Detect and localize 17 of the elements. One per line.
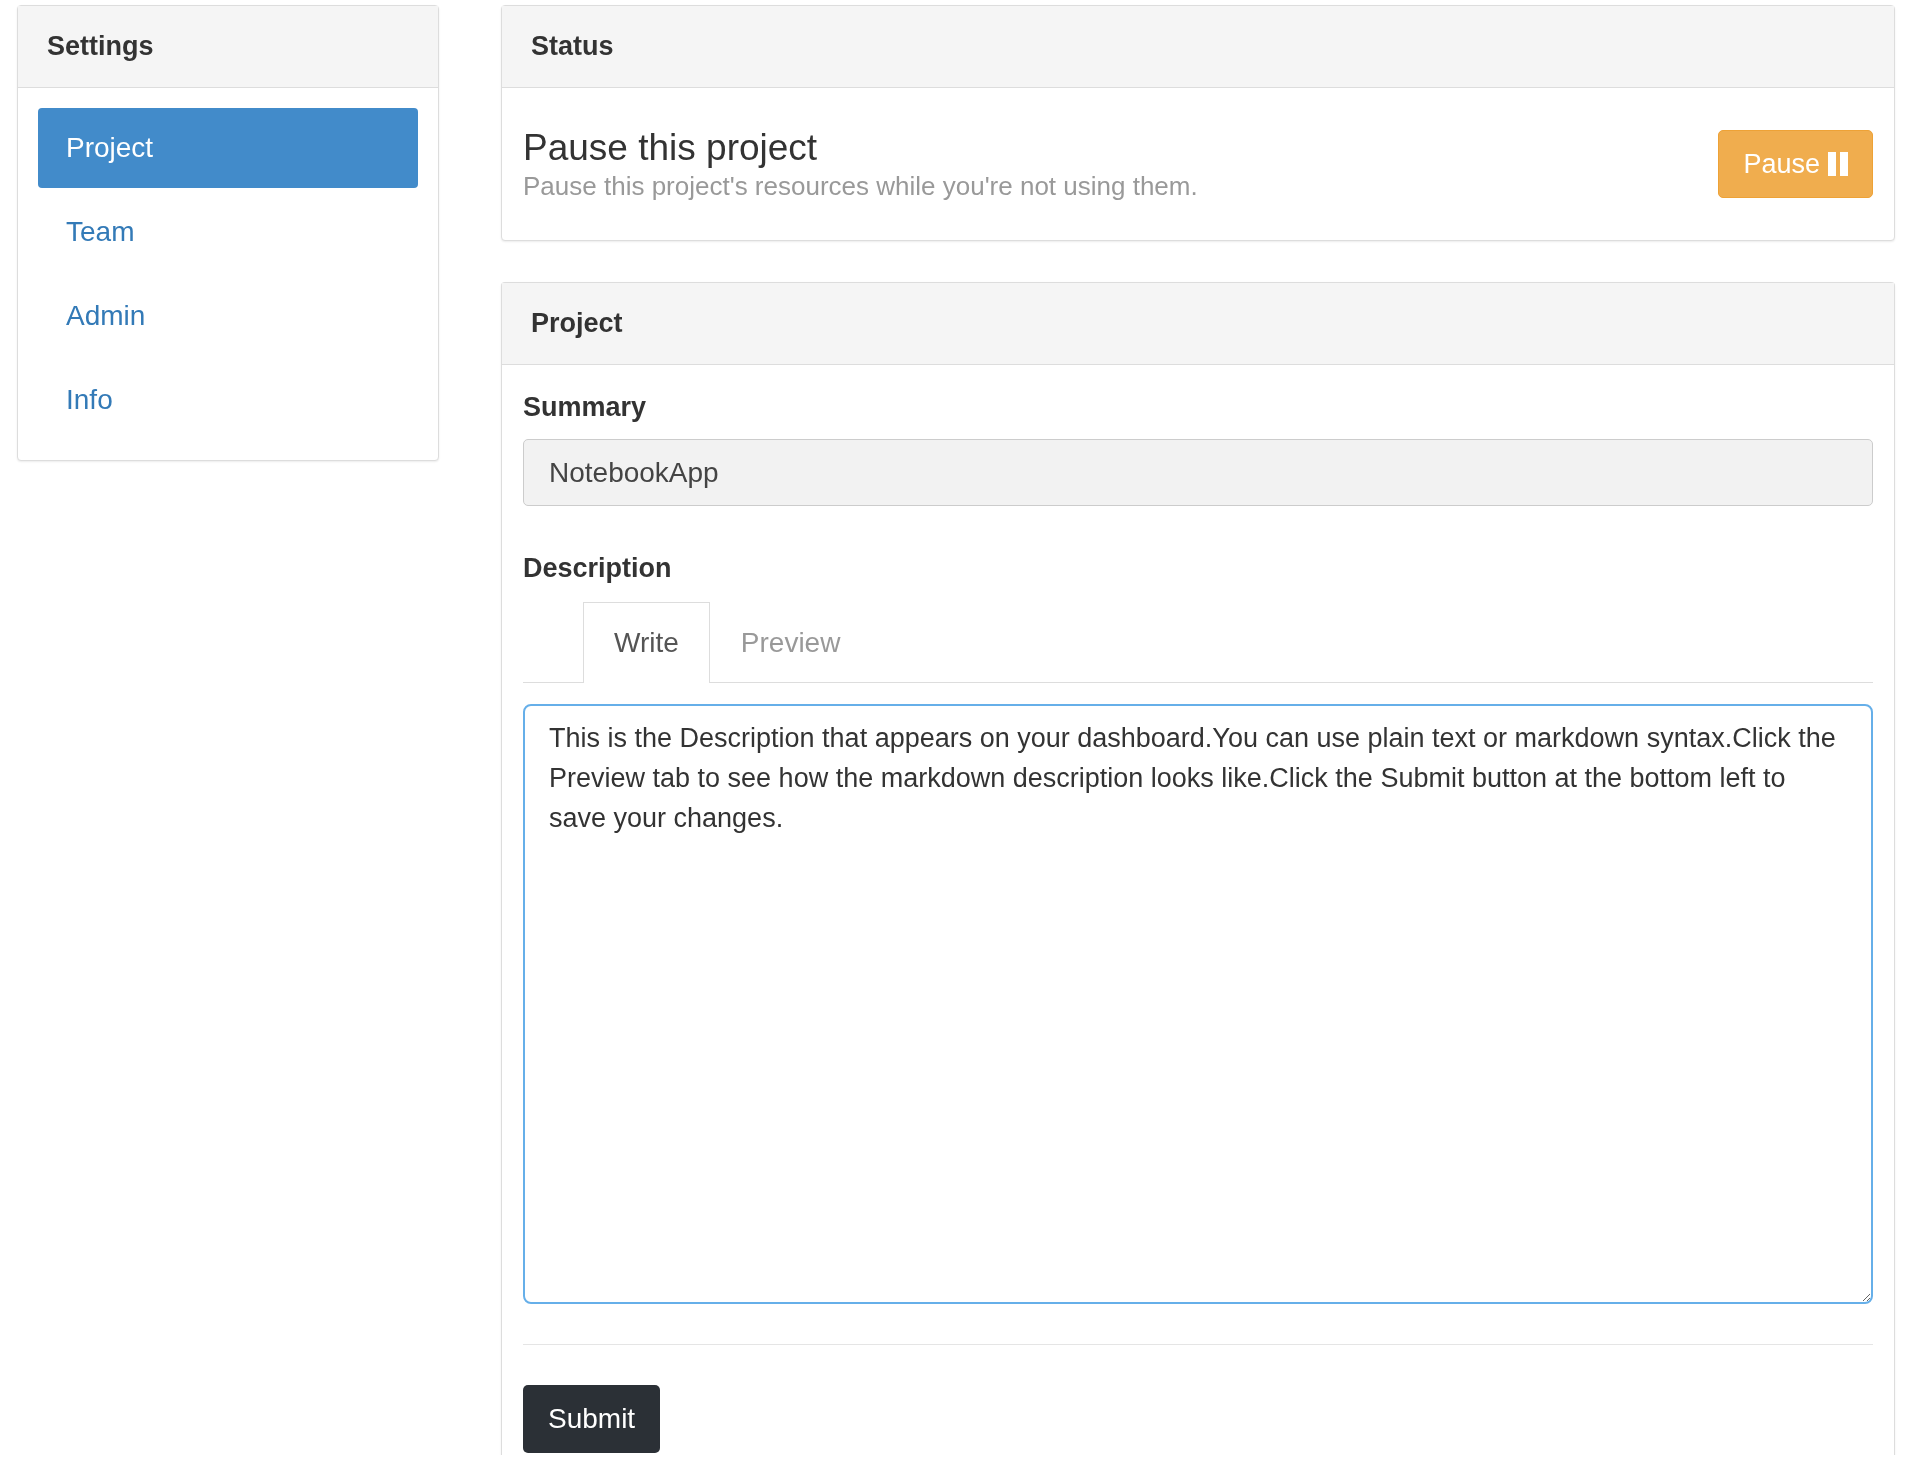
field-label: Summary [523, 391, 647, 424]
nav-item[interactable]: Project [38, 108, 418, 188]
help-text: Pause this project's resources while you're not using them. [523, 170, 1198, 202]
tab[interactable]: Write [583, 602, 710, 683]
description-field[interactable]: This is the Description that appears on your dashboard.You can use plain text or markdown syntax.Click the Preview tab to see how the markdown description looks like.Click the Submit button at the bottom left to save your changes. [523, 704, 1873, 1304]
nav-item[interactable]: Team [38, 192, 418, 272]
tab[interactable]: Preview [709, 602, 872, 683]
field-label: Description [523, 552, 672, 585]
panel-title: Status [531, 31, 614, 62]
panel-title: Project [531, 308, 623, 339]
summary-field[interactable]: NotebookApp [523, 439, 1873, 506]
pause-icon [1828, 152, 1848, 176]
submit-button[interactable]: Submit [523, 1385, 661, 1453]
nav-item[interactable]: Info [38, 360, 418, 440]
section-heading: Pause this project [523, 126, 819, 170]
nav-item[interactable]: Admin [38, 276, 418, 356]
panel-title: Settings [47, 31, 154, 62]
